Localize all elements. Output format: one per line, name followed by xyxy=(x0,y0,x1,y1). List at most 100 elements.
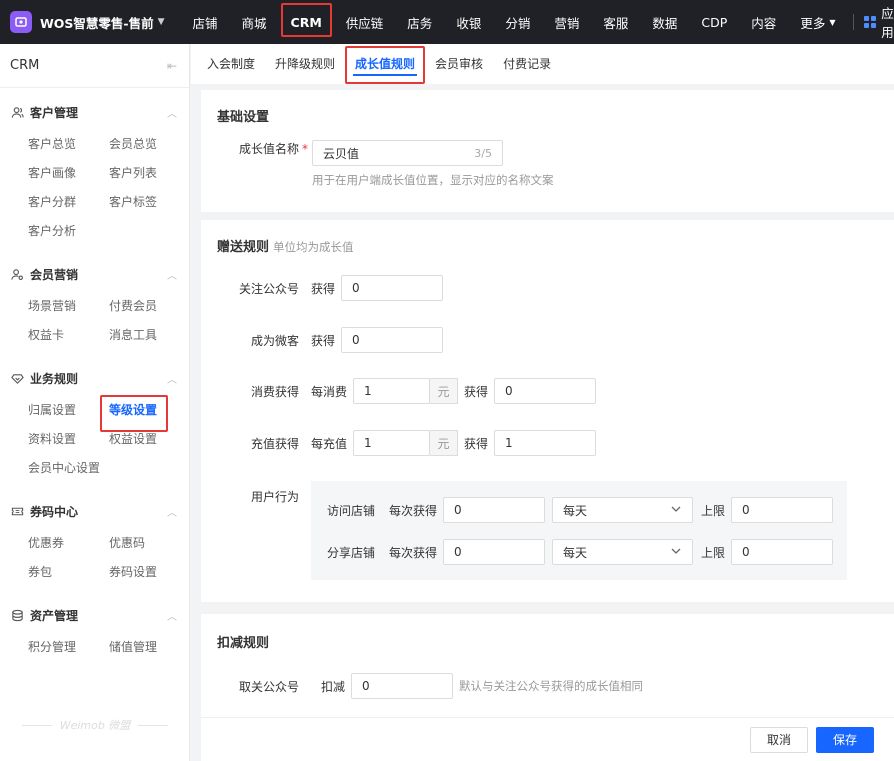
recharge-value-input[interactable]: 1 xyxy=(494,430,597,456)
nav-item-store[interactable]: 店铺 xyxy=(181,0,230,44)
nav-item-supply-chain[interactable]: 供应链 xyxy=(334,0,396,44)
share-period-select[interactable]: 每天 xyxy=(552,539,694,565)
sidebar-group-header[interactable]: 券码中心 ︿ xyxy=(0,493,189,529)
sidebar-item-stored-value-management[interactable]: 储值管理 xyxy=(109,633,190,662)
nav-more-label: 更多 xyxy=(800,15,826,31)
fan-value-input[interactable]: 0 xyxy=(341,327,444,353)
user-settings-icon xyxy=(10,267,24,281)
nav-item-marketing[interactable]: 营销 xyxy=(542,0,591,44)
sidebar-item-customer-profile[interactable]: 客户画像 xyxy=(28,159,109,188)
char-count: 3/5 xyxy=(474,146,492,160)
sidebar-item-paid-members[interactable]: 付费会员 xyxy=(109,292,190,321)
sidebar-item-customer-analysis[interactable]: 客户分析 xyxy=(28,217,109,246)
visit-limit-input[interactable]: 0 xyxy=(731,497,834,523)
sidebar-title: CRM xyxy=(10,58,40,73)
visit-period-select[interactable]: 每天 xyxy=(552,497,694,523)
sidebar-item-ownership-settings[interactable]: 归属设置 xyxy=(28,396,109,425)
share-period-value: 每天 xyxy=(563,545,588,560)
sidebar-group-header[interactable]: 业务规则 ︿ xyxy=(0,360,189,396)
chevron-up-icon: ︿ xyxy=(167,108,177,120)
tab-payment-records[interactable]: 付费记录 xyxy=(493,44,561,84)
nav-item-more[interactable]: 更多 ▼ xyxy=(788,0,847,44)
sidebar-item-customer-overview[interactable]: 客户总览 xyxy=(28,130,109,159)
nav-item-cdp[interactable]: CDP xyxy=(689,0,739,44)
weimob-logo-text: Weimob 微盟 xyxy=(59,719,131,732)
sidebar-group-header[interactable]: 客户管理 ︿ xyxy=(0,94,189,130)
top-navigation-bar: WOS智慧零售-售前 ▼ 店铺 商城 CRM 供应链 店务 收银 分销 营销 客… xyxy=(0,0,894,44)
sidebar-group-header[interactable]: 资产管理 ︿ xyxy=(0,597,189,633)
sidebar-item-scene-marketing[interactable]: 场景营销 xyxy=(28,292,109,321)
spend-amount: 1 xyxy=(364,384,372,398)
unfollow-action-text: 扣减 xyxy=(321,679,346,694)
sidebar-group-customer: 客户管理 ︿ 客户总览 会员总览 客户画像 客户列表 客户分群 客户标签 客户分… xyxy=(0,94,189,250)
sidebar-item-customer-tags[interactable]: 客户标签 xyxy=(109,188,190,217)
sidebar: CRM ⇤ 客户管理 ︿ 客户总览 会员总览 客户画像 客户列表 客户分群 客户… xyxy=(0,44,190,761)
sidebar-item-level-settings[interactable]: 等级设置 xyxy=(100,395,190,432)
sidebar-item-customer-list[interactable]: 客户列表 xyxy=(109,159,190,188)
share-value-input[interactable]: 0 xyxy=(443,539,546,565)
spend-value-input[interactable]: 0 xyxy=(494,378,597,404)
sidebar-group-label: 业务规则 xyxy=(30,371,79,386)
nav-item-store-ops[interactable]: 店务 xyxy=(395,0,444,44)
tab-membership-system[interactable]: 入会制度 xyxy=(197,44,265,84)
sidebar-group-label: 会员营销 xyxy=(30,267,79,282)
visit-period-value: 每天 xyxy=(563,503,588,518)
visit-each-text: 每次获得 xyxy=(389,503,438,518)
sidebar-item-coupons[interactable]: 优惠券 xyxy=(28,529,109,558)
growth-name-hint: 用于在用户端成长值位置，显示对应的名称文案 xyxy=(312,173,554,187)
recharge-value: 1 xyxy=(505,436,513,450)
nav-item-crm[interactable]: CRM xyxy=(279,0,334,44)
sidebar-item-member-overview[interactable]: 会员总览 xyxy=(109,130,190,159)
caret-down-icon: ▼ xyxy=(829,17,836,27)
sidebar-group-member-marketing: 会员营销 ︿ 场景营销 付费会员 权益卡 消息工具 xyxy=(0,256,189,354)
chevron-up-icon: ︿ xyxy=(167,611,177,623)
section-title: 基础设置 xyxy=(217,110,270,125)
nav-item-content[interactable]: 内容 xyxy=(739,0,788,44)
basic-settings-card: 基础设置 成长值名称 * 云贝值 3/5 用于在用户端成长值位置，显示对应的名称… xyxy=(201,90,894,212)
sidebar-item-points-management[interactable]: 积分管理 xyxy=(28,633,109,662)
sidebar-item-coupon-packs[interactable]: 券包 xyxy=(28,558,109,587)
sidebar-item-customer-segments[interactable]: 客户分群 xyxy=(28,188,109,217)
section-title: 赠送规则 单位均为成长值 xyxy=(201,220,894,256)
sidebar-item-profile-settings[interactable]: 资料设置 xyxy=(28,425,109,454)
cancel-button[interactable]: 取消 xyxy=(750,726,808,753)
nav-item-cashier[interactable]: 收银 xyxy=(444,0,493,44)
nav-item-data[interactable]: 数据 xyxy=(640,0,689,44)
spend-value: 0 xyxy=(505,384,513,398)
growth-name-value: 云贝值 xyxy=(323,146,360,161)
unfollow-value-input[interactable]: 0 xyxy=(351,673,454,699)
form-footer: 取消 保存 xyxy=(201,717,894,761)
tab-growth-value-rules[interactable]: 成长值规则 xyxy=(345,44,426,84)
sidebar-group-coupon-center: 券码中心 ︿ 优惠券 优惠码 券包 券码设置 xyxy=(0,493,189,591)
spend-amount-input[interactable]: 1 xyxy=(353,378,431,404)
tab-member-review[interactable]: 会员审核 xyxy=(425,44,493,84)
recharge-get-text: 获得 xyxy=(464,436,489,451)
save-button[interactable]: 保存 xyxy=(816,726,874,753)
sidebar-item-benefit-card[interactable]: 权益卡 xyxy=(28,321,109,350)
sidebar-group-header[interactable]: 会员营销 ︿ xyxy=(0,256,189,292)
sidebar-item-member-center-settings[interactable]: 会员中心设置 xyxy=(28,454,109,483)
sidebar-group-business-rules: 业务规则 ︿ 归属设置 等级设置 资料设置 权益设置 会员中心设置 xyxy=(0,360,189,487)
brand-switcher[interactable]: WOS智慧零售-售前 ▼ xyxy=(0,11,181,33)
sidebar-group-label: 券码中心 xyxy=(30,504,79,519)
spend-unit: 元 xyxy=(430,378,459,404)
share-value: 0 xyxy=(454,545,462,559)
recharge-amount-input[interactable]: 1 xyxy=(353,430,431,456)
nav-apps-button[interactable]: 应用 xyxy=(864,3,894,41)
chevron-up-icon: ︿ xyxy=(167,270,177,282)
follow-value-input[interactable]: 0 xyxy=(341,275,444,301)
visit-value-input[interactable]: 0 xyxy=(443,497,546,523)
sidebar-item-message-tool[interactable]: 消息工具 xyxy=(109,321,190,350)
visit-store-label: 访问店铺 xyxy=(327,503,376,518)
nav-item-distribution[interactable]: 分销 xyxy=(493,0,542,44)
nav-item-customer-service[interactable]: 客服 xyxy=(591,0,640,44)
nav-item-mall[interactable]: 商城 xyxy=(230,0,279,44)
collapse-sidebar-icon[interactable]: ⇤ xyxy=(167,59,177,73)
share-limit-input[interactable]: 0 xyxy=(731,539,834,565)
tab-upgrade-downgrade-rules[interactable]: 升降级规则 xyxy=(265,44,345,84)
spend-per-text: 每消费 xyxy=(311,384,348,399)
growth-name-input[interactable]: 云贝值 3/5 xyxy=(312,140,503,166)
sidebar-item-promo-codes[interactable]: 优惠码 xyxy=(109,529,190,558)
brand-logo-icon xyxy=(10,11,32,33)
sidebar-item-coupon-settings[interactable]: 券码设置 xyxy=(109,558,190,587)
